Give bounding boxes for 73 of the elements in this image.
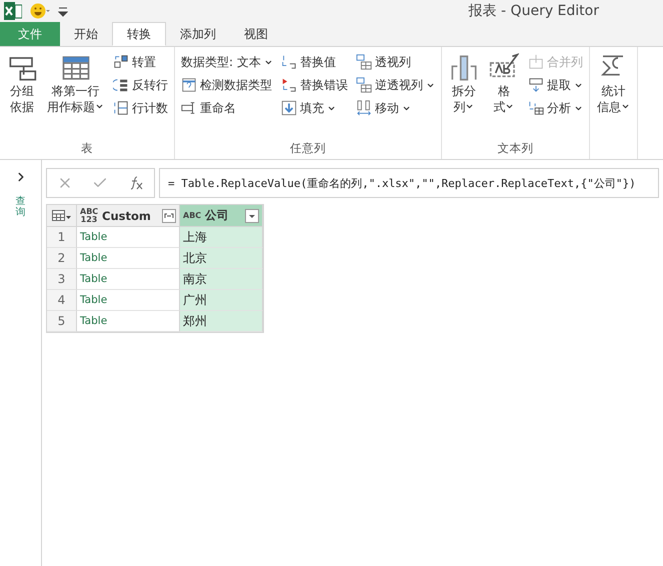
ribbon-button[interactable]: 分析 xyxy=(526,97,585,119)
group-label: 任意列 xyxy=(288,141,327,157)
ribbon-button[interactable]: 格 式 xyxy=(486,51,522,141)
dropdown-icon xyxy=(95,102,104,111)
spreadsheet-app-icon[interactable] xyxy=(4,2,22,20)
row-number: 1 xyxy=(47,227,77,248)
customize-toolbar-icon[interactable] xyxy=(58,5,68,17)
row-count-icon xyxy=(113,100,129,116)
ribbon-button[interactable]: 逆透视列 xyxy=(354,74,437,96)
ribbon-button[interactable]: 拆分 列 xyxy=(446,51,482,141)
detect-type-icon xyxy=(181,77,197,93)
table-menu-icon[interactable] xyxy=(52,210,72,222)
replace-errors-icon xyxy=(280,77,297,93)
split-column-icon xyxy=(448,53,479,83)
expand-column-icon[interactable] xyxy=(162,208,176,222)
dropdown-icon xyxy=(505,102,514,111)
formula-field[interactable]: = Table.ReplaceValue(重命名的列,".xlsx","",Replacer.ReplaceText,{"公司"}) xyxy=(159,168,659,198)
ribbon-button[interactable]: 统计 信息 xyxy=(594,51,633,141)
ribbon-button[interactable]: 反转行 xyxy=(111,74,170,96)
merge-columns-icon xyxy=(528,54,544,70)
row-number: 4 xyxy=(47,290,77,311)
ribbon-button[interactable]: 提取 xyxy=(526,74,585,96)
row-number: 3 xyxy=(47,269,77,290)
replace-values-icon xyxy=(280,54,297,70)
ribbon-button[interactable]: 将第一行 用作标题 xyxy=(44,51,107,141)
group-label: 文本列 xyxy=(496,141,534,157)
window-title: 报表 - Query Editor xyxy=(468,2,599,20)
ribbon-button[interactable]: 分组 依据 xyxy=(4,51,40,141)
row-number: 5 xyxy=(47,311,77,332)
ribbon-button[interactable]: 填充 xyxy=(278,97,350,119)
ribbon-button[interactable]: 数据类型: 文本 xyxy=(179,51,275,73)
pivot-column-icon xyxy=(356,77,372,93)
move-column-icon xyxy=(356,100,372,116)
table-cell: 上海 xyxy=(180,227,263,248)
ribbon-tab[interactable]: 转换 xyxy=(112,22,166,46)
table-cell: 北京 xyxy=(180,248,263,269)
extract-icon xyxy=(528,77,544,93)
ribbon-button[interactable]: 移动 xyxy=(354,97,437,119)
dropdown-icon xyxy=(465,102,474,111)
row-number: 2 xyxy=(47,248,77,269)
parse-icon xyxy=(528,100,544,116)
table-link[interactable]: Table xyxy=(77,269,180,290)
smiley-icon[interactable] xyxy=(30,2,50,20)
ribbon-tab[interactable]: 视图 xyxy=(230,22,282,46)
table-link[interactable]: Table xyxy=(77,227,180,248)
ribbon-tab[interactable]: 开始 xyxy=(60,22,112,46)
ribbon-button[interactable]: 检测数据类型 xyxy=(179,74,275,96)
type-icon[interactable]: ABC xyxy=(183,212,201,220)
pivot-column-icon xyxy=(356,54,372,70)
ribbon-button[interactable]: 转置 xyxy=(111,51,170,73)
ribbon-button[interactable]: 透视列 xyxy=(354,51,437,73)
ribbon-button[interactable]: 替换值 xyxy=(278,51,350,73)
ribbon-button[interactable]: 重命名 xyxy=(179,97,275,119)
column-header[interactable]: ABC 公司 xyxy=(180,205,263,227)
ribbon-button[interactable]: 替换错误 xyxy=(278,74,350,96)
dropdown-icon xyxy=(620,102,630,111)
table-link[interactable]: Table xyxy=(77,290,180,311)
filter-dropdown-icon[interactable] xyxy=(245,208,259,222)
table-cell: 广州 xyxy=(180,290,263,311)
table-link[interactable]: Table xyxy=(77,248,180,269)
ribbon-button[interactable]: 行计数 xyxy=(111,97,170,119)
transpose-icon xyxy=(113,54,129,70)
ribbon-tab[interactable]: 添加列 xyxy=(166,22,230,46)
table-cell: 郑州 xyxy=(180,311,263,332)
table-cell: 南京 xyxy=(180,269,263,290)
fill-down-icon xyxy=(280,100,297,116)
table-link[interactable]: Table xyxy=(77,311,180,332)
group-label: 表 xyxy=(80,141,94,157)
reverse-rows-icon xyxy=(113,77,129,93)
type-icon[interactable]: ABC 123 xyxy=(80,208,98,224)
rename-icon xyxy=(181,100,197,116)
function-icon[interactable] xyxy=(128,175,144,191)
queries-pane-label[interactable]: 查询 xyxy=(16,196,26,218)
